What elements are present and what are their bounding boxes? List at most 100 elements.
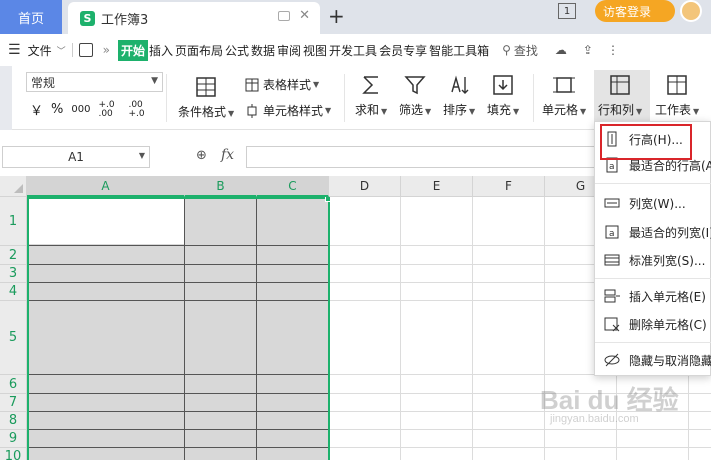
number-format-buttons: ￥ % 000 +.0 .00 .00 +.0 [30, 100, 150, 119]
share-icon[interactable]: ⇪ [583, 43, 593, 57]
menu-item-standard-width[interactable]: 标准列宽(S)... [595, 247, 711, 273]
search-icon[interactable]: ⚲ [502, 43, 511, 57]
row-header-8[interactable]: 8 [0, 412, 27, 430]
currency-button[interactable]: ￥ [30, 100, 43, 119]
column-header-b[interactable]: B [185, 176, 257, 197]
save-icon[interactable] [78, 43, 93, 57]
document-title: 工作簿3 [101, 12, 149, 28]
menu-tab-home[interactable]: 开始 [117, 39, 148, 61]
fill-label: 填充 [487, 103, 512, 117]
menu-item-label: 插入单元格(E) [629, 289, 706, 304]
avatar[interactable] [680, 0, 702, 22]
more-icon[interactable]: » [103, 43, 110, 57]
row-header-10[interactable]: 10 [0, 448, 27, 460]
fill-icon [493, 75, 513, 95]
tab-bar: 首页 S 工作簿3 ✕ + 1 访客登录 [0, 0, 711, 34]
grid-line [472, 197, 473, 460]
name-box-value: A1 [68, 150, 84, 164]
tab-document[interactable]: S 工作簿3 ✕ [68, 2, 320, 34]
column-header-c[interactable]: C [257, 176, 329, 197]
window-count-badge[interactable]: 1 [558, 3, 576, 19]
fit-column-width-icon: a [605, 225, 619, 239]
hide-unhide-icon [604, 353, 620, 367]
sum-button[interactable]: 求和 ▼ [355, 74, 387, 118]
cell-style-icon [247, 103, 257, 118]
cell-button[interactable]: 单元格 ▼ [542, 74, 586, 118]
file-menu[interactable]: 文件 [27, 42, 53, 59]
close-tab-icon[interactable]: ✕ [299, 8, 310, 23]
cell-label: 单元格 [542, 103, 579, 117]
watermark-main: Bai du 经验 [540, 385, 679, 415]
table-style-button[interactable]: 表格样式 ▼ [245, 76, 319, 93]
decrease-decimal-button[interactable]: .00 +.0 [128, 100, 150, 119]
filter-icon [404, 76, 426, 95]
menu-tab-formula[interactable]: 公式 [224, 42, 250, 59]
column-header-d[interactable]: D [329, 176, 401, 197]
column-header-f[interactable]: F [473, 176, 545, 197]
menu-item-hide-unhide[interactable]: 隐藏与取消隐藏 [595, 347, 711, 373]
highlight-annotation-box [600, 124, 692, 160]
row-header-3[interactable]: 3 [0, 265, 27, 283]
column-header-a[interactable]: A [27, 176, 185, 197]
menu-item-label: 最适合的列宽(I) [629, 225, 711, 240]
guest-login-button[interactable]: 访客登录 [595, 0, 675, 22]
cell-style-label: 单元格样式 [263, 104, 324, 118]
increase-decimal-button[interactable]: +.0 .00 [98, 100, 120, 119]
column-header-e[interactable]: E [401, 176, 473, 197]
menu-item-delete-cell[interactable]: 删除单元格(C) [595, 311, 711, 337]
menu-tab-review[interactable]: 审阅 [276, 42, 302, 59]
sort-button[interactable]: 排序 ▼ [443, 74, 475, 118]
menu-item-insert-cell[interactable]: 插入单元格(E) [595, 283, 711, 309]
thousands-separator-button[interactable]: 000 [71, 104, 90, 115]
zoom-icon[interactable]: ⊕ [196, 148, 207, 163]
fx-button[interactable]: fx [221, 147, 234, 163]
percent-button[interactable]: % [51, 102, 63, 117]
cloud-icon[interactable]: ☁ [555, 43, 567, 57]
name-box[interactable]: A1 ▼ [2, 146, 150, 168]
menu-tab-developer[interactable]: 开发工具 [328, 42, 378, 59]
tab-home[interactable]: 首页 [0, 0, 62, 34]
worksheet-button[interactable]: 工作表 ▼ [655, 74, 699, 118]
row-header-4[interactable]: 4 [0, 283, 27, 301]
separator [344, 74, 345, 122]
row-header-7[interactable]: 7 [0, 394, 27, 412]
menu-tab-data[interactable]: 数据 [250, 42, 276, 59]
cell-icon [553, 77, 576, 93]
sort-label: 排序 [443, 103, 468, 117]
conditional-format-icon [196, 77, 216, 97]
conditional-format-button[interactable]: 条件格式 ▼ [178, 76, 234, 120]
fill-button[interactable]: 填充 ▼ [487, 74, 519, 118]
menu-tab-view[interactable]: 视图 [302, 42, 328, 59]
row-header-6[interactable]: 6 [0, 375, 27, 394]
spreadsheet-app: 首页 S 工作簿3 ✕ + 1 访客登录 ☰ 文件 ﹀ » 开始 插入 页面布局… [0, 0, 711, 460]
screen-icon[interactable] [278, 11, 290, 21]
menu-item-label: 删除单元格(C) [629, 317, 707, 332]
menu-tab-smart-tools[interactable]: 智能工具箱 [428, 42, 490, 59]
chevron-down-icon: ▼ [138, 151, 145, 160]
svg-text:a: a [609, 162, 615, 172]
row-header-5[interactable]: 5 [0, 301, 27, 375]
filter-button[interactable]: 筛选 ▼ [399, 74, 431, 118]
menu-tab-member[interactable]: 会员专享 [378, 42, 428, 59]
ribbon-left-bar [0, 66, 12, 130]
worksheet-label: 工作表 [655, 103, 692, 117]
delete-cell-icon [604, 317, 620, 332]
row-and-column-button[interactable]: 行和列 ▼ [598, 74, 642, 118]
menu-item-fit-column-width[interactable]: a 最适合的列宽(I) [595, 219, 711, 245]
row-header-1[interactable]: 1 [0, 197, 27, 246]
select-all-corner[interactable] [0, 176, 27, 197]
more-options-icon[interactable]: ⋮ [607, 43, 619, 57]
separator [533, 74, 534, 122]
chevron-down-icon[interactable]: ﹀ [57, 44, 66, 57]
search-button[interactable]: 查找 [513, 42, 539, 59]
menu-tab-insert[interactable]: 插入 [148, 42, 174, 59]
new-tab-button[interactable]: + [328, 4, 345, 28]
standard-width-icon [604, 254, 620, 266]
row-header-2[interactable]: 2 [0, 246, 27, 265]
hamburger-menu-icon[interactable]: ☰ [8, 42, 21, 58]
cell-style-button[interactable]: 单元格样式 ▼ [245, 102, 331, 119]
row-header-9[interactable]: 9 [0, 430, 27, 448]
menu-item-column-width[interactable]: 列宽(W)... [595, 190, 711, 216]
number-format-select[interactable]: 常规 ▼ [26, 72, 163, 92]
menu-tab-page-layout[interactable]: 页面布局 [174, 42, 224, 59]
